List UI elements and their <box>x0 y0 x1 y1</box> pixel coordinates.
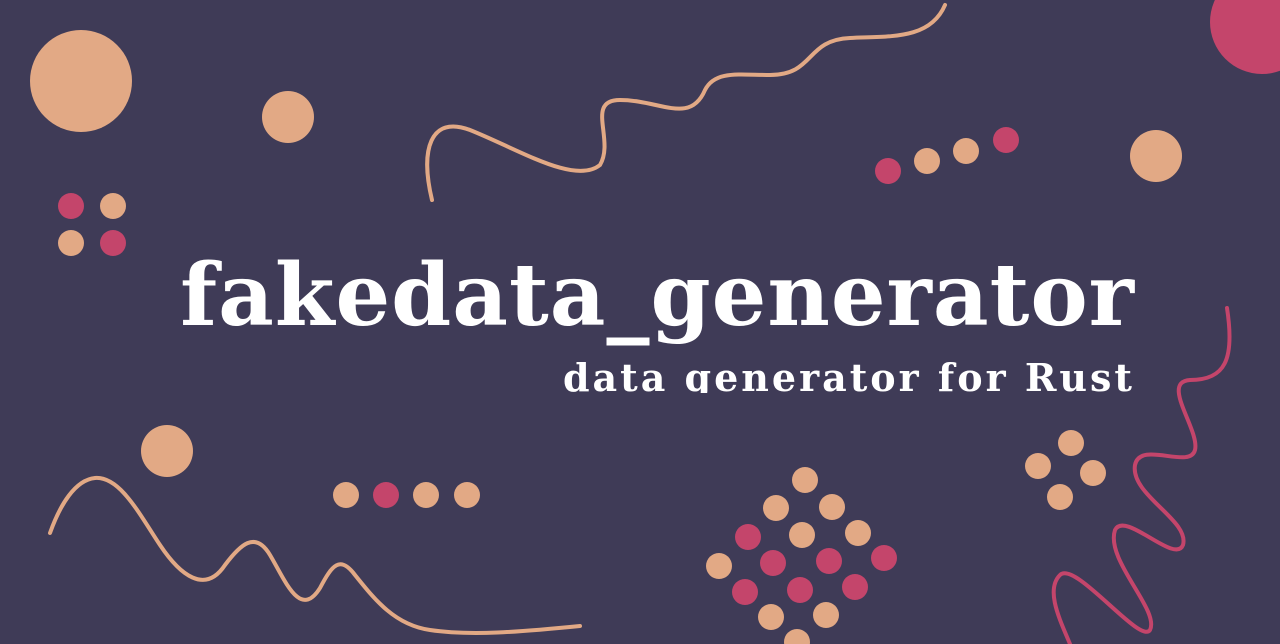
dot-pink <box>732 579 758 605</box>
dot-peach <box>789 522 815 548</box>
circle-pink-corner <box>1210 0 1280 74</box>
dot-peach <box>454 482 480 508</box>
dot-peach <box>1058 430 1084 456</box>
dot-peach <box>784 629 810 644</box>
dot-peach <box>1080 460 1106 486</box>
dot-pink <box>760 550 786 576</box>
dot-peach <box>706 553 732 579</box>
squiggle-line-bottom-left <box>48 475 582 635</box>
circle-peach <box>1130 130 1182 182</box>
dot-peach <box>413 482 439 508</box>
dot-peach <box>100 193 126 219</box>
circle-peach <box>141 425 193 477</box>
dot-peach <box>792 467 818 493</box>
dot-peach <box>813 602 839 628</box>
dot-peach <box>845 520 871 546</box>
dot-pink <box>373 482 399 508</box>
dot-peach <box>763 495 789 521</box>
banner-title: fakedata_generator <box>180 245 1135 346</box>
dot-pink <box>875 158 901 184</box>
dot-pink <box>993 127 1019 153</box>
dot-pink <box>842 574 868 600</box>
circle-peach <box>262 91 314 143</box>
banner-subtitle: data generator for Rust <box>562 355 1135 393</box>
dot-pink <box>871 545 897 571</box>
banner: fakedata_generator data generator for Ru… <box>0 0 1280 644</box>
dot-peach <box>1047 484 1073 510</box>
dot-peach <box>953 138 979 164</box>
dot-pink <box>787 577 813 603</box>
squiggle-line-top <box>425 3 947 202</box>
dot-peach <box>819 494 845 520</box>
dot-peach <box>333 482 359 508</box>
dot-pink <box>735 524 761 550</box>
dot-pink <box>58 193 84 219</box>
dot-peach <box>758 604 784 630</box>
circle-peach <box>30 30 132 132</box>
dot-pink <box>816 548 842 574</box>
dot-peach <box>1025 453 1051 479</box>
dot-peach <box>914 148 940 174</box>
